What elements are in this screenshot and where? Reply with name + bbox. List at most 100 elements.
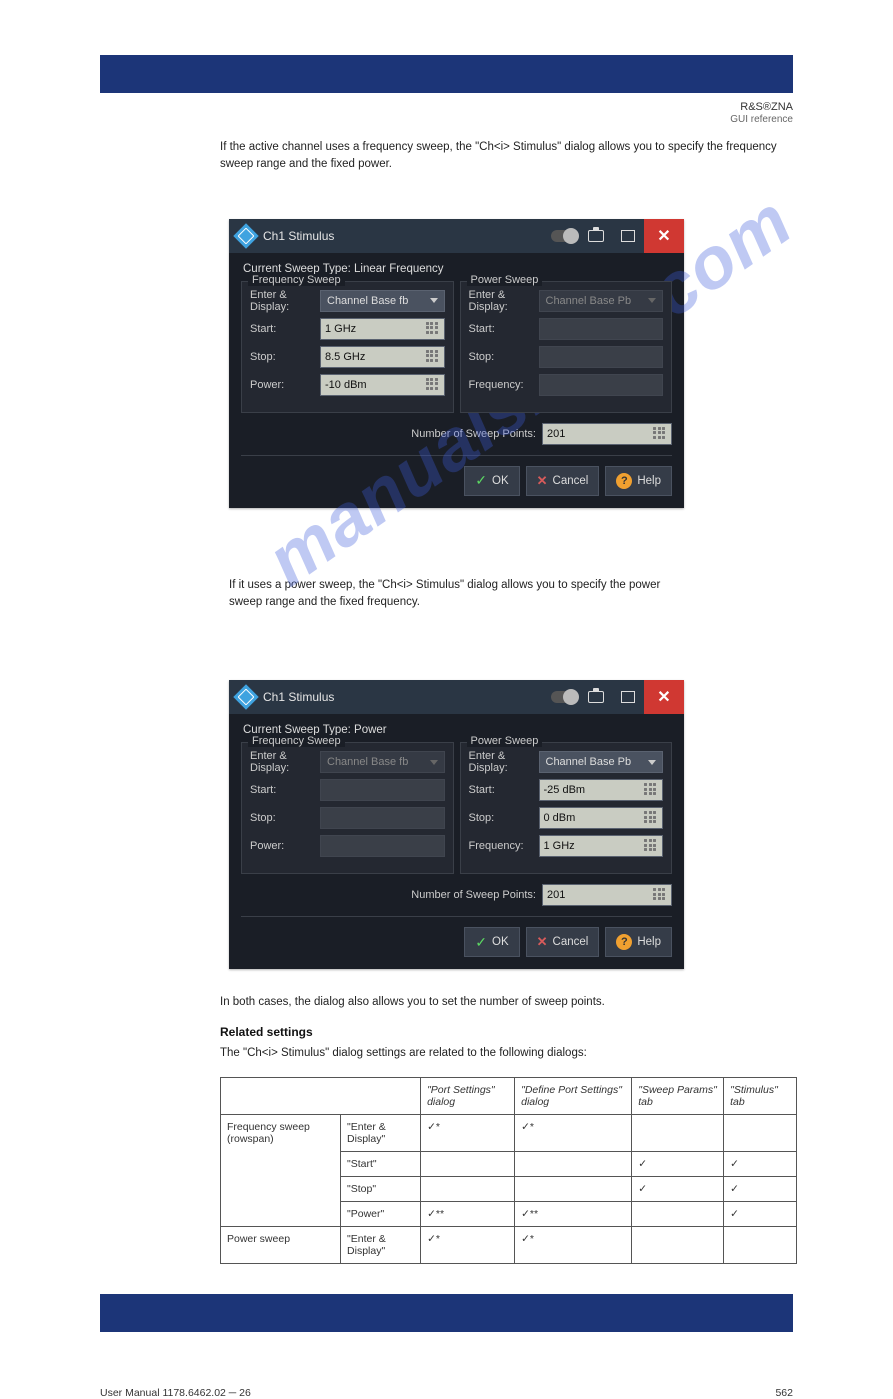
freq-enter-display-select: Channel Base fb: [320, 751, 445, 773]
keypad-icon[interactable]: [426, 322, 440, 336]
table-cell: [421, 1151, 515, 1176]
footer-bar: [100, 1294, 793, 1332]
keypad-icon[interactable]: [644, 811, 658, 825]
pw-stop-input[interactable]: 0 dBm: [539, 807, 664, 829]
toggle-icon[interactable]: [548, 219, 580, 253]
ok-button[interactable]: ✓ OK: [464, 466, 519, 496]
table-cell: "Enter & Display": [341, 1226, 421, 1263]
freq-enter-display-select[interactable]: Channel Base fb: [320, 290, 445, 312]
freq-start-label: Start:: [250, 323, 320, 335]
header-brand: R&S®ZNA: [740, 101, 793, 113]
check-icon: ✓: [475, 472, 487, 489]
pw-stop-label: Stop:: [469, 812, 539, 824]
chevron-down-icon: [648, 760, 656, 765]
help-icon: ?: [616, 473, 632, 489]
keypad-icon[interactable]: [644, 783, 658, 797]
ok-label: OK: [492, 475, 509, 487]
page-header: R&S®ZNA GUI reference: [0, 93, 893, 125]
power-enter-display-select[interactable]: Channel Base Pb: [539, 751, 664, 773]
table-cell: ✓**: [515, 1201, 632, 1226]
pw-frequency-input[interactable]: 1 GHz: [539, 835, 664, 857]
freq-power-input[interactable]: -10 dBm: [320, 374, 445, 396]
table-cell: ✓: [724, 1151, 797, 1176]
table-cell: [632, 1226, 724, 1263]
pw-stop-label: Stop:: [469, 351, 539, 363]
enter-display-label: Enter & Display:: [250, 750, 320, 774]
keypad-icon[interactable]: [644, 839, 658, 853]
stimulus-dialog-linear: Ch1 Stimulus ✕ Current Sweep Type: Linea…: [229, 219, 684, 508]
freq-enter-display-value: Channel Base fb: [327, 756, 408, 768]
help-icon: ?: [616, 934, 632, 950]
points-label: Number of Sweep Points:: [411, 428, 536, 440]
table-cell: [724, 1226, 797, 1263]
frequency-panel-title: Frequency Sweep: [248, 735, 345, 747]
table-cell: "Enter & Display": [341, 1114, 421, 1151]
table-cell: ✓: [632, 1151, 724, 1176]
x-icon: ✕: [537, 934, 548, 950]
help-button[interactable]: ? Help: [605, 466, 672, 496]
table-cell: [724, 1114, 797, 1151]
keypad-icon[interactable]: [426, 378, 440, 392]
maximize-icon[interactable]: [612, 219, 644, 253]
app-logo-icon: [233, 223, 258, 248]
cancel-button[interactable]: ✕ Cancel: [526, 466, 600, 496]
points-input[interactable]: 201: [542, 423, 672, 445]
freq-stop-value: 8.5 GHz: [325, 351, 365, 363]
chevron-down-icon: [430, 760, 438, 765]
ok-button[interactable]: ✓OK: [464, 927, 519, 957]
pw-start-label: Start:: [469, 323, 539, 335]
cancel-button[interactable]: ✕ Cancel: [526, 927, 600, 957]
frequency-panel-title: Frequency Sweep: [248, 274, 345, 286]
power-sweep-panel: Power Sweep Enter & Display: Channel Bas…: [460, 281, 673, 413]
x-icon: ✕: [537, 473, 548, 489]
table-header-row: "Port Settings" dialog "Define Port Sett…: [221, 1077, 797, 1114]
power-enter-display-select: Channel Base Pb: [539, 290, 664, 312]
header-bar: [100, 55, 793, 93]
chevron-down-icon: [430, 298, 438, 303]
table-cell: ✓: [632, 1176, 724, 1201]
close-icon[interactable]: ✕: [644, 219, 684, 253]
power-panel-title: Power Sweep: [467, 274, 543, 286]
freq-power-label: Power:: [250, 840, 320, 852]
sweep-type-value: Power: [354, 724, 387, 736]
maximize-icon[interactable]: [612, 680, 644, 714]
freq-stop-input[interactable]: 8.5 GHz: [320, 346, 445, 368]
table-cell: [632, 1201, 724, 1226]
table-cell: "Stop": [341, 1176, 421, 1201]
freq-start-input[interactable]: 1 GHz: [320, 318, 445, 340]
screenshot-icon[interactable]: [580, 219, 612, 253]
points-value: 201: [547, 428, 565, 440]
cancel-label: Cancel: [553, 475, 589, 487]
close-icon[interactable]: ✕: [644, 680, 684, 714]
table-intro: The "Ch<i> Stimulus" dialog settings are…: [220, 1045, 793, 1062]
cancel-label: Cancel: [553, 936, 589, 948]
freq-start-input: [320, 779, 445, 801]
footer-left: User Manual 1178.6462.02 ─ 26: [100, 1387, 251, 1399]
help-button[interactable]: ?Help: [605, 927, 672, 957]
keypad-icon[interactable]: [653, 888, 667, 902]
pw-start-value: -25 dBm: [544, 784, 586, 796]
points-label: Number of Sweep Points:: [411, 889, 536, 901]
table-header-cell: "Define Port Settings" dialog: [515, 1077, 632, 1114]
table-cell: Frequency sweep (rowspan): [221, 1114, 341, 1226]
table-cell: Power sweep: [221, 1226, 341, 1263]
toggle-icon[interactable]: [548, 680, 580, 714]
table-cell: [515, 1176, 632, 1201]
intro-text: If the active channel uses a frequency s…: [220, 139, 793, 174]
header-section: GUI reference: [730, 114, 793, 125]
enter-display-label: Enter & Display:: [469, 750, 539, 774]
table-cell: [515, 1151, 632, 1176]
keypad-icon[interactable]: [426, 350, 440, 364]
freq-power-value: -10 dBm: [325, 379, 367, 391]
pw-frequency-input: [539, 374, 664, 396]
screenshot-icon[interactable]: [580, 680, 612, 714]
keypad-icon[interactable]: [653, 427, 667, 441]
enter-display-label: Enter & Display:: [469, 289, 539, 313]
ok-label: OK: [492, 936, 509, 948]
footer-page: 562: [775, 1387, 793, 1399]
points-input[interactable]: 201: [542, 884, 672, 906]
help-label: Help: [637, 475, 661, 487]
table-cell: ✓: [724, 1176, 797, 1201]
frequency-sweep-panel: Frequency Sweep Enter & Display: Channel…: [241, 742, 454, 874]
pw-start-input[interactable]: -25 dBm: [539, 779, 664, 801]
